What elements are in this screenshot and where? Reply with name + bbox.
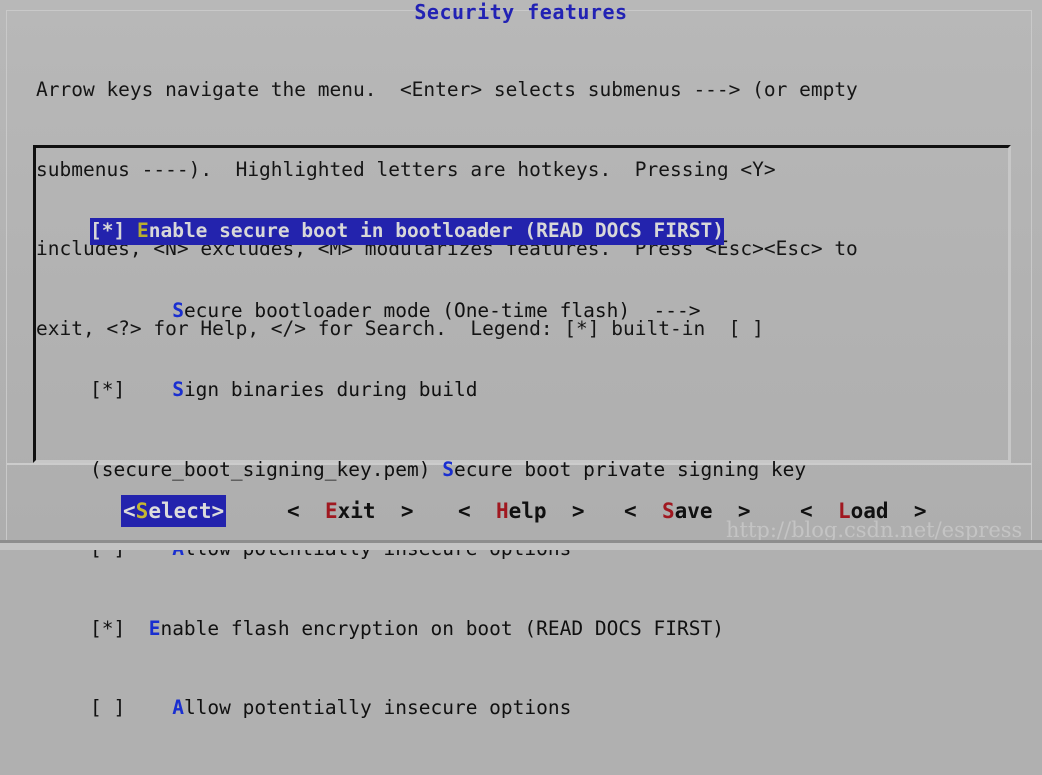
- help-line-1: Arrow keys navigate the menu. <Enter> se…: [36, 78, 858, 101]
- menu-item-3-prefix: (secure_boot_signing_key.pem): [90, 457, 443, 481]
- menu-item-6-prefix: [ ]: [90, 696, 173, 719]
- menu-item-6-hotkey: A: [172, 696, 184, 719]
- load-button-open: <: [800, 499, 838, 523]
- menu-list: [*] Enable secure boot in bootloader (RE…: [90, 165, 1010, 775]
- menu-item-5-label: nable flash encryption on boot (READ DOC…: [160, 616, 724, 640]
- menu-item-0-hotkey: E: [136, 219, 149, 242]
- page-title: Security features: [414, 0, 628, 24]
- exit-button-label: xit: [337, 499, 376, 523]
- menu-item-allow-potentially-insecure-options-flash-encryption[interactable]: [ ] Allow potentially insecure options: [90, 695, 571, 722]
- menu-item-5-prefix: [*]: [90, 616, 149, 640]
- menuconfig-screen: Security features Arrow keys navigate th…: [0, 0, 1042, 719]
- menu-item-0-label: nable secure boot in bootloader (READ DO…: [148, 219, 724, 242]
- select-button-close: >: [211, 499, 225, 523]
- help-button-hotkey: H: [495, 499, 509, 523]
- menu-item-sign-binaries-during-build[interactable]: [*] Sign binaries during build: [90, 377, 477, 404]
- menu-item-6-label: llow potentially insecure options: [183, 696, 572, 719]
- menu-item-1-prefix: [90, 299, 172, 322]
- help-button[interactable]: < Help >: [458, 495, 584, 527]
- select-button[interactable]: <Select>: [121, 495, 227, 527]
- save-button-hotkey: S: [661, 499, 675, 523]
- save-button-open: <: [624, 499, 662, 523]
- load-button[interactable]: < Load >: [800, 495, 926, 527]
- save-button[interactable]: < Save >: [624, 495, 750, 527]
- menu-item-enable-flash-encryption-on-boot[interactable]: [*] Enable flash encryption on boot (REA…: [90, 616, 724, 643]
- menu-item-enable-secure-boot-in-bootloader[interactable]: [*] Enable secure boot in bootloader (RE…: [90, 218, 724, 245]
- menu-item-secure-boot-private-signing-key[interactable]: (secure_boot_signing_key.pem) Secure boo…: [90, 457, 806, 484]
- load-button-hotkey: L: [837, 499, 851, 523]
- select-button-label: elect: [148, 499, 212, 523]
- help-button-close: >: [546, 499, 585, 523]
- menu-item-2-label: ign binaries during build: [183, 378, 478, 401]
- menu-item-2-hotkey: S: [172, 378, 184, 401]
- button-bar: <Select> < Exit > < Help > < Save > < Lo…: [0, 495, 1042, 535]
- menu-item-2-prefix: [*]: [90, 378, 173, 401]
- menu-item-secure-bootloader-mode[interactable]: Secure bootloader mode (One-time flash) …: [90, 298, 701, 325]
- save-button-close: >: [712, 499, 751, 523]
- menu-item-5-hotkey: E: [148, 616, 161, 640]
- load-button-close: >: [888, 499, 927, 523]
- select-button-hotkey: S: [135, 499, 149, 523]
- menu-item-3-label: ecure boot private signing key: [453, 457, 807, 481]
- menu-item-3-hotkey: S: [442, 457, 454, 481]
- menu-item-1-label: ecure bootloader mode (One-time flash) -…: [183, 298, 701, 322]
- save-button-label: ave: [674, 499, 713, 523]
- menu-item-1-hotkey: S: [172, 298, 184, 322]
- menu-item-0-prefix: [*]: [90, 219, 137, 242]
- select-button-open: <: [123, 499, 136, 523]
- help-button-label: elp: [508, 499, 547, 523]
- load-button-label: oad: [850, 499, 889, 523]
- exit-button-open: <: [287, 499, 325, 523]
- help-button-open: <: [458, 499, 496, 523]
- exit-button[interactable]: < Exit >: [287, 495, 413, 527]
- exit-button-hotkey: E: [324, 499, 338, 523]
- screen-bottom-edge: [0, 543, 1042, 550]
- exit-button-close: >: [375, 499, 414, 523]
